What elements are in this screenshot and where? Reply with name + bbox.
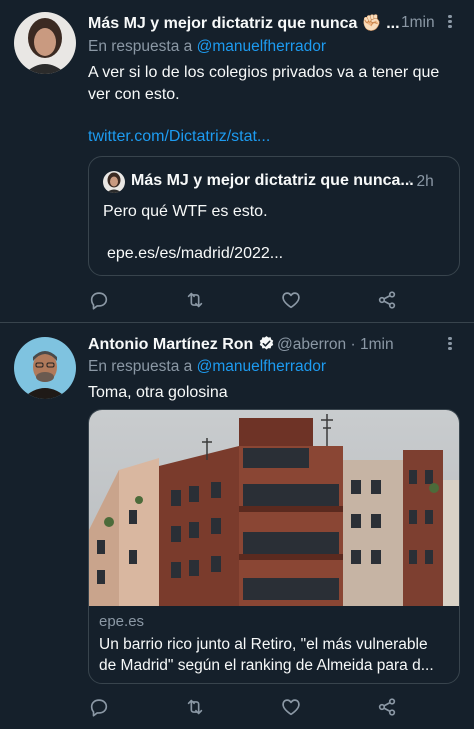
reply-handle-link[interactable]: @manuelfherrador xyxy=(197,38,326,55)
tweet-2[interactable]: Antonio Martínez Ron @aberron · 1min En … xyxy=(0,323,474,729)
heart-icon[interactable] xyxy=(280,696,302,718)
quote-text: Pero qué WTF es esto. xyxy=(103,203,268,220)
tweet-time[interactable]: 1min xyxy=(401,14,435,32)
share-icon[interactable] xyxy=(376,289,398,311)
reply-icon[interactable] xyxy=(88,289,110,311)
avatar[interactable] xyxy=(14,12,76,74)
reply-context: En respuesta a @manuelfherrador xyxy=(88,38,327,55)
share-icon[interactable] xyxy=(376,696,398,718)
heart-icon[interactable] xyxy=(280,289,302,311)
reply-handle-link[interactable]: @manuelfherrador xyxy=(197,358,326,375)
quoted-tweet[interactable]: Más MJ y mejor dictatriz que nunca... · … xyxy=(88,156,460,276)
retweet-icon[interactable] xyxy=(184,696,206,718)
tweet-actions xyxy=(88,289,408,311)
tweet-actions xyxy=(88,696,408,718)
more-icon[interactable] xyxy=(440,335,460,355)
tweet-link[interactable]: twitter.com/Dictatriz/stat... xyxy=(88,126,458,148)
author-name[interactable]: Antonio Martínez Ron xyxy=(88,335,275,354)
reply-icon[interactable] xyxy=(88,696,110,718)
avatar[interactable] xyxy=(14,337,76,399)
author-handle[interactable]: @aberron xyxy=(277,336,346,353)
retweet-icon[interactable] xyxy=(184,289,206,311)
reply-context: En respuesta a @manuelfherrador xyxy=(88,358,327,375)
link-card[interactable]: epe.es Un barrio rico junto al Retiro, "… xyxy=(88,409,460,684)
more-icon[interactable] xyxy=(440,13,460,33)
tweet-meta: @aberron · 1min xyxy=(277,336,394,353)
tweet-time[interactable]: 1min xyxy=(360,336,394,353)
card-image xyxy=(89,410,459,606)
verified-badge-icon xyxy=(258,335,275,352)
tweet-1[interactable]: Más MJ y mejor dictatriz que nunca ✊🏻 ..… xyxy=(0,0,474,322)
tweet-text: A ver si lo de los colegios privados va … xyxy=(88,64,440,103)
tweet-text: Toma, otra golosina xyxy=(88,384,228,401)
author-name[interactable]: Más MJ y mejor dictatriz que nunca ✊🏻 ..… xyxy=(88,13,400,33)
quote-link: epe.es/es/madrid/2022... xyxy=(107,245,284,262)
card-title: Un barrio rico junto al Retiro, "el más … xyxy=(99,636,434,674)
quote-avatar xyxy=(103,171,125,193)
card-domain: epe.es xyxy=(99,613,145,630)
quote-author-name: Más MJ y mejor dictatriz que nunca... xyxy=(131,172,414,189)
quote-time: · 2h xyxy=(407,173,434,190)
